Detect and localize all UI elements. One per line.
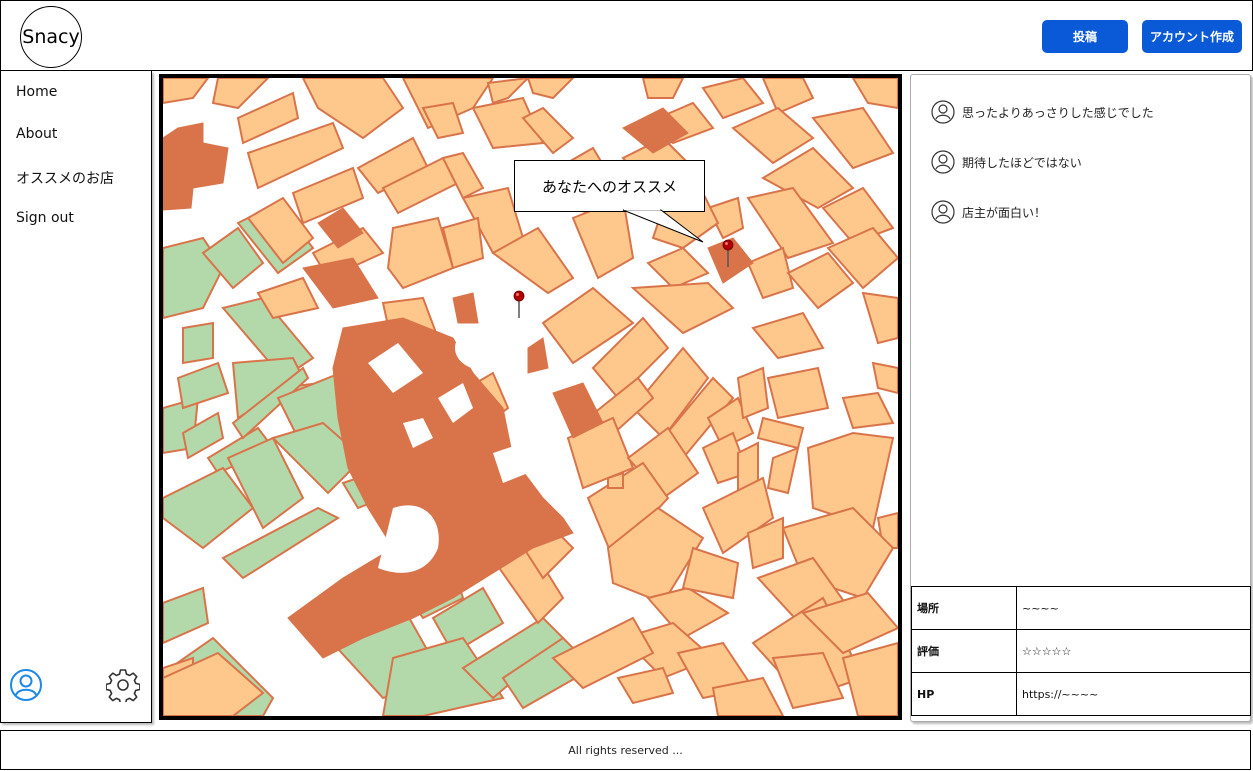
review-panel: 思ったよりあっさりした感じでした 期待したほどではない 店主が面白い！ 場所 ~… [910, 74, 1251, 722]
store-pin[interactable] [513, 290, 525, 318]
review-text: 店主が面白い！ [962, 205, 1047, 220]
info-value-location: ~~~~ [1016, 586, 1251, 630]
review-comment: 期待したほどではない [931, 150, 1082, 174]
snacy-logo[interactable]: Snacy [20, 6, 82, 68]
review-comment: 店主が面白い！ [931, 200, 1046, 224]
recommendation-callout: あなたへのオススメ [514, 160, 705, 212]
footer: All rights reserved ... [0, 730, 1251, 770]
map-view[interactable]: あなたへのオススメ [159, 74, 902, 720]
table-row: HP https://~~~~ [911, 672, 1251, 716]
app-header: Snacy 投稿 アカウント作成 [0, 0, 1253, 71]
user-icon[interactable] [9, 668, 43, 702]
nav-recommended-shops[interactable]: オススメのお店 [16, 168, 114, 188]
sidebar: Home About オススメのお店 Sign out [0, 71, 152, 723]
info-value-homepage[interactable]: https://~~~~ [1016, 672, 1251, 716]
gear-icon[interactable] [106, 668, 140, 702]
review-text: 期待したほどではない [962, 155, 1082, 170]
user-icon [931, 200, 955, 224]
post-button[interactable]: 投稿 [1042, 20, 1128, 53]
nav-home[interactable]: Home [16, 84, 57, 100]
nav-sign-out[interactable]: Sign out [16, 210, 74, 226]
recommended-pin[interactable] [722, 239, 734, 267]
shop-info-table: 場所 ~~~~ 評価 ☆☆☆☆☆ HP https://~~~~ [911, 586, 1251, 716]
footer-text: All rights reserved ... [568, 743, 683, 757]
info-value-rating: ☆☆☆☆☆ [1016, 629, 1251, 673]
table-row: 評価 ☆☆☆☆☆ [911, 629, 1251, 673]
review-comment: 思ったよりあっさりした感じでした [931, 100, 1154, 124]
create-account-button[interactable]: アカウント作成 [1142, 20, 1242, 53]
info-key-location: 場所 [911, 586, 1017, 630]
review-text: 思ったよりあっさりした感じでした [962, 105, 1154, 120]
info-key-homepage: HP [911, 672, 1017, 716]
table-row: 場所 ~~~~ [911, 586, 1251, 630]
info-key-rating: 評価 [911, 629, 1017, 673]
callout-tail [622, 208, 704, 243]
nav-about[interactable]: About [16, 126, 57, 142]
user-icon [931, 100, 955, 124]
user-icon [931, 150, 955, 174]
